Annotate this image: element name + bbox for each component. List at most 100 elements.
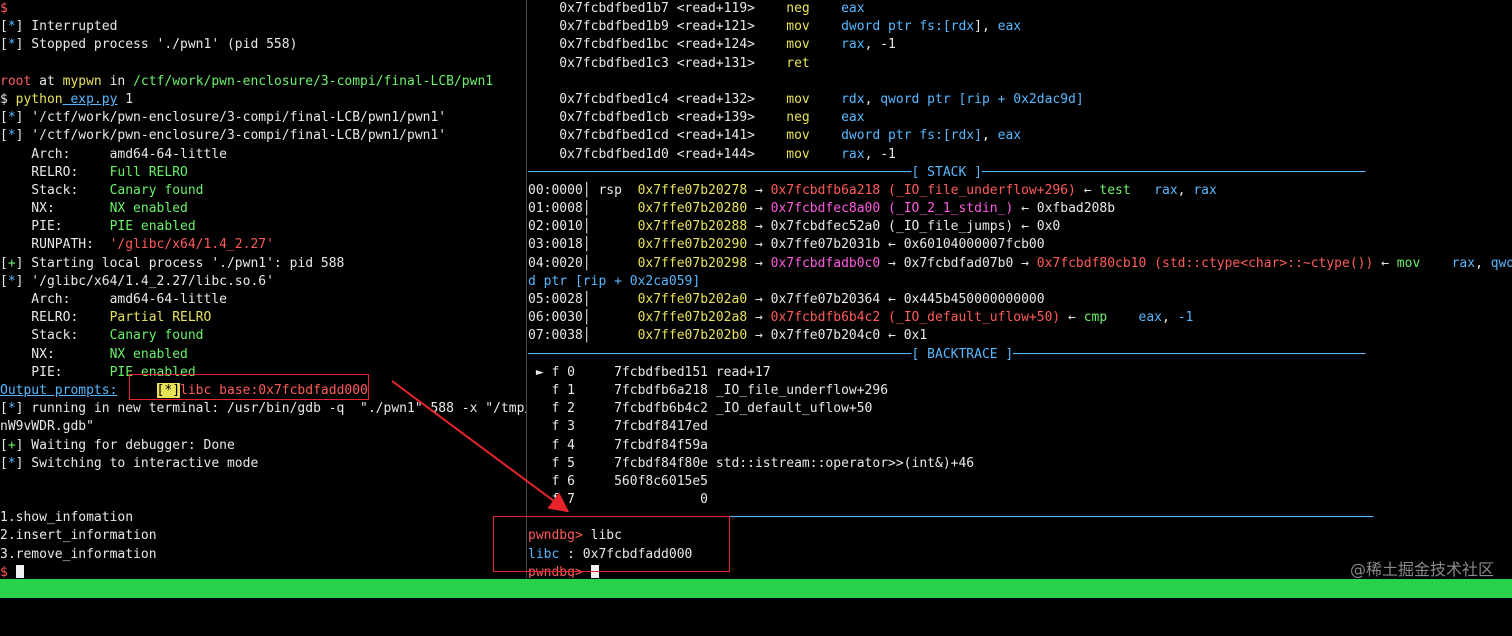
terminal-text: rax — [841, 37, 865, 53]
terminal-line: 0x7fcbdfbed1b7 <read+119> neg eax — [528, 0, 1512, 18]
terminal-text: 1 — [117, 91, 134, 107]
terminal-text: → — [747, 201, 771, 217]
terminal-text: * — [7, 401, 16, 417]
terminal-line: f 2 7fcbdfb6b4c2 _IO_default_uflow+50 — [528, 400, 1512, 418]
terminal-text: f 6 560f8c6015e5 — [528, 473, 709, 489]
terminal-line: ────────────────────────────────────────… — [528, 346, 1512, 364]
terminal-line: f 4 7fcbdf84f59a — [528, 437, 1512, 455]
tmux-status-bar: [0] 0:python* "mypwn" 07:21 11-Nov-21 — [0, 579, 1512, 634]
terminal-text: Canary found — [109, 328, 204, 344]
terminal-line: PIE: PIE enabled — [0, 218, 526, 236]
terminal-line: Arch: amd64-64-little — [0, 291, 526, 309]
terminal-text: root — [0, 73, 32, 89]
terminal-text: 03:0018│ — [528, 237, 638, 253]
terminal-text: 0x7fcbdfbed1c4 <read+132> — [528, 91, 787, 107]
terminal-text: + — [7, 255, 16, 271]
terminal-text: [ — [0, 110, 8, 126]
terminal-text: → 0x7fcbdfad07b0 → — [880, 255, 1037, 271]
terminal-line: 03:0018│ 0x7ffe07b20290 → 0x7ffe07b2031b… — [528, 236, 1512, 254]
terminal-text: → — [747, 310, 771, 326]
terminal-text: Full RELRO — [109, 164, 188, 180]
terminal-text: ← — [1060, 310, 1084, 326]
terminal-line: 0x7fcbdfbed1cd <read+141> mov dword ptr … — [528, 127, 1512, 145]
terminal-text: , -1 — [864, 37, 896, 53]
terminal-text: NX enabled — [109, 346, 188, 362]
terminal-text: PIE: — [0, 219, 110, 235]
terminal-text: mov — [786, 19, 810, 35]
terminal-line: Stack: Canary found — [0, 182, 526, 200]
terminal-text: rax — [841, 146, 865, 162]
terminal-line: [*] running in new terminal: /usr/bin/gd… — [0, 400, 526, 418]
terminal-text: eax — [997, 128, 1022, 144]
terminal-text: PIE: — [0, 364, 110, 380]
terminal-text: RELRO: — [0, 164, 110, 180]
text-cursor — [15, 564, 24, 578]
terminal-text: 04:0020│ — [528, 255, 638, 271]
terminal-text: 0x7fcbdfb6a218 — [770, 182, 881, 198]
terminal-line: 07:0038│ 0x7ffe07b202b0 → 0x7ffe07b204c0… — [528, 327, 1512, 345]
terminal-text: Canary found — [109, 182, 204, 198]
terminal-line: 2.insert_information — [0, 527, 526, 545]
terminal-text: in — [101, 73, 134, 89]
terminal-text: RELRO: — [0, 310, 110, 326]
terminal-text: 1.show_infomation — [0, 510, 134, 526]
status-window-list[interactable]: [0] 0:python* — [2, 598, 104, 617]
terminal-text: /ctf/work/pwn-enclosure/3-compi/final-LC… — [133, 73, 494, 89]
terminal-line: [*] Stopped process './pwn1' (pid 558) — [0, 36, 526, 54]
terminal-line: 05:0028│ 0x7ffe07b202a0 → 0x7ffe07b20364… — [528, 291, 1512, 309]
terminal-line: Arch: amd64-64-little — [0, 146, 526, 164]
terminal-line: f 5 7fcbdf84f80e std::istream::operator>… — [528, 455, 1512, 473]
terminal-text: 0x7fcbdfbed1cd <read+141> — [528, 128, 787, 144]
terminal-text: ← — [1373, 255, 1397, 271]
terminal-text: ] Switching to interactive mode — [15, 455, 259, 471]
terminal-text: 0x7fcbdfec8a00 — [770, 201, 881, 217]
terminal-text: , -1 — [864, 146, 896, 162]
terminal-text: Output prompts: — [0, 382, 118, 398]
terminal-line: [*] Interrupted — [0, 18, 526, 36]
terminal-text: (_IO_2_1_stdin_) — [880, 201, 1014, 217]
terminal-text: NX enabled — [109, 201, 188, 217]
terminal-line: 0x7fcbdfbed1c4 <read+132> mov rdx, qword… — [528, 91, 1512, 109]
terminal-line: ────────────────────────────────────────… — [528, 164, 1512, 182]
terminal-text: at — [31, 73, 63, 89]
terminal-text: 0x7ffe07b202a8 — [637, 310, 748, 326]
terminal-text: rax — [1154, 182, 1178, 198]
terminal-text: 0x7fcbdfadb0c0 — [770, 255, 881, 271]
terminal-line: 0x7fcbdfbed1bc <read+124> mov rax, -1 — [528, 36, 1512, 54]
left-terminal-pane[interactable]: $ [*] Interrupted [*] Stopped process './p… — [0, 0, 526, 578]
terminal-text: RUNPATH: — [0, 237, 110, 253]
terminal-line: d ptr [rip + 0x2ca059] — [528, 273, 1512, 291]
terminal-text: f 7 0 — [528, 492, 709, 508]
terminal-text: Stack: — [0, 182, 110, 198]
terminal-text: * — [7, 19, 16, 35]
terminal-text: ] Waiting for debugger: Done — [15, 437, 235, 453]
terminal-text: eax — [1138, 310, 1162, 326]
terminal-text: d ptr [rip + 0x2ca059] — [528, 273, 701, 289]
terminal-text: f 1 7fcbdfb6a218 _IO_file_underflow+296 — [528, 382, 889, 398]
terminal-line: [+] Waiting for debugger: Done — [0, 437, 526, 455]
terminal-text: 0x7ffe07b202b0 — [637, 328, 748, 344]
terminal-line: f 7 0 — [528, 491, 1512, 509]
terminal-line: RELRO: Partial RELRO — [0, 309, 526, 327]
right-gdb-pane[interactable]: 0x7fcbdfbed1b7 <read+119> neg eax 0x7fcb… — [528, 0, 1512, 578]
terminal-text: f 3 7fcbdf8417ed — [528, 419, 709, 435]
terminal-line: NX: NX enabled — [0, 346, 526, 364]
terminal-text: 0x7fcbdfbed1b7 <read+119> — [528, 1, 787, 16]
terminal-text: dword ptr fs:[rdx] — [841, 128, 982, 144]
terminal-text: [ — [0, 37, 8, 53]
terminal-text: * — [7, 110, 16, 126]
terminal-text: * — [7, 37, 16, 53]
terminal-text: 2.insert_information — [0, 528, 157, 544]
terminal-text: ] '/ctf/work/pwn-enclosure/3-compi/final… — [15, 110, 447, 126]
terminal-line: RUNPATH: '/glibc/x64/1.4_2.27' — [0, 236, 526, 254]
terminal-line: 00:0000│ rsp 0x7ffe07b20278 → 0x7fcbdfb6… — [528, 182, 1512, 200]
terminal-text: 0x7ffe07b20290 — [637, 237, 748, 253]
